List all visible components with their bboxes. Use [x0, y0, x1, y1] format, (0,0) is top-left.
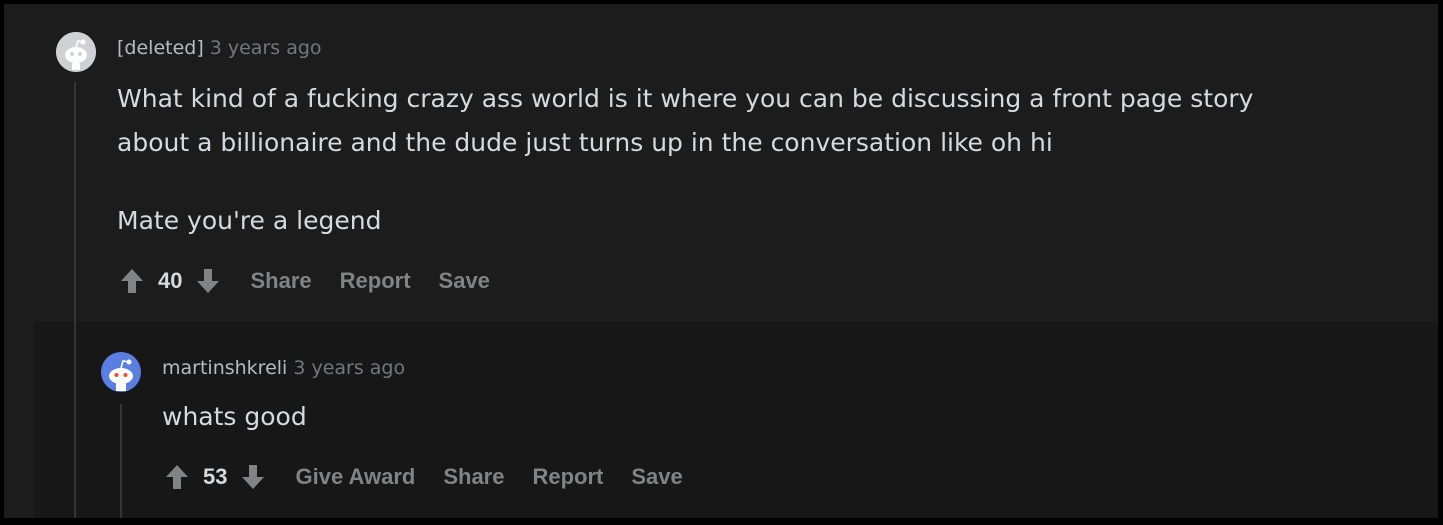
thread-line[interactable] [74, 82, 76, 518]
snoo-avatar-icon[interactable] [101, 352, 141, 392]
comment-meta: [deleted] 3 years ago [117, 37, 322, 59]
comment-body-line: whats good [162, 402, 307, 431]
comment-actions: 53 Give Award Share Report Save [165, 464, 683, 490]
comment-body-line: What kind of a fucking crazy ass world i… [117, 84, 1254, 113]
username[interactable]: [deleted] [117, 37, 204, 59]
comment-thread: [deleted] 3 years ago What kind of a fuck… [4, 4, 1438, 518]
timestamp[interactable]: 3 years ago [293, 357, 405, 379]
comment-meta: martinshkreli 3 years ago [162, 357, 405, 379]
save-button[interactable]: Save [439, 268, 490, 294]
save-button[interactable]: Save [631, 464, 682, 490]
comment-body-line: about a billionaire and the dude just tu… [117, 128, 1053, 157]
share-button[interactable]: Share [443, 464, 504, 490]
avatar-deleted-icon[interactable] [56, 32, 96, 72]
timestamp[interactable]: 3 years ago [210, 37, 322, 59]
downvote-icon[interactable] [196, 268, 220, 294]
upvote-icon[interactable] [165, 464, 189, 490]
comment-body-line: Mate you're a legend [117, 206, 382, 235]
upvote-icon[interactable] [120, 268, 144, 294]
share-button[interactable]: Share [250, 268, 311, 294]
report-button[interactable]: Report [340, 268, 411, 294]
report-button[interactable]: Report [532, 464, 603, 490]
username[interactable]: martinshkreli [162, 357, 287, 379]
downvote-icon[interactable] [241, 464, 265, 490]
comment-actions: 40 Share Report Save [120, 268, 490, 294]
give-award-button[interactable]: Give Award [295, 464, 415, 490]
vote-count: 53 [203, 464, 228, 489]
vote-count: 40 [158, 268, 183, 293]
thread-line-reply[interactable] [120, 404, 122, 518]
